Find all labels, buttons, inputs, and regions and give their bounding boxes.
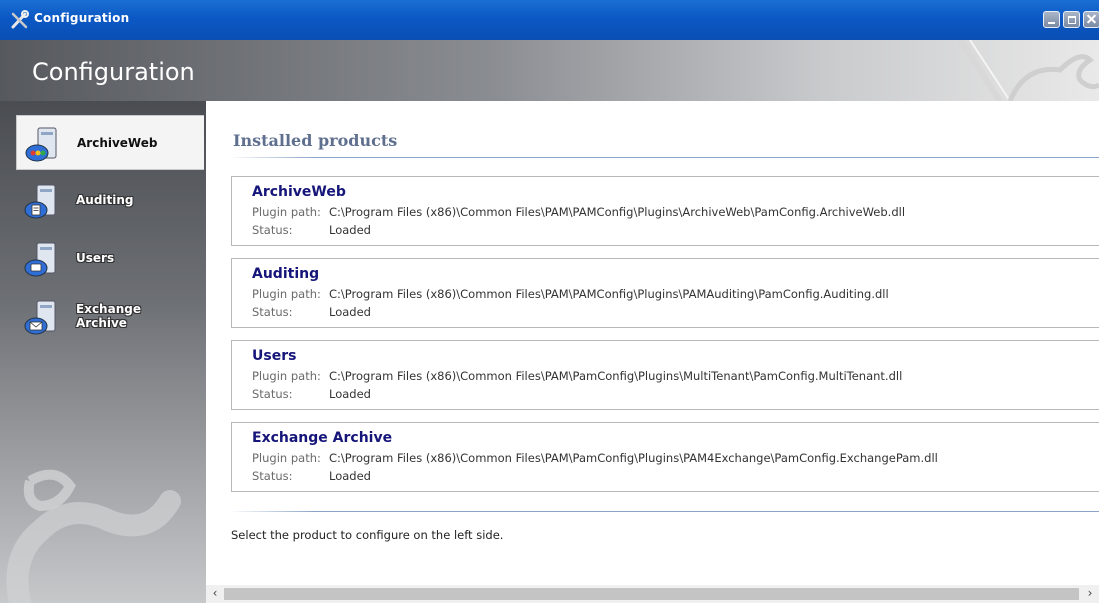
status-value: Loaded (329, 469, 371, 483)
wrench-watermark-icon (6, 469, 181, 603)
product-name: Exchange Archive (252, 430, 393, 446)
product-card-auditing[interactable]: Auditing Plugin path: C:\Program Files (x… (231, 258, 1099, 328)
plugin-path-label: Plugin path: (252, 451, 321, 465)
sidebar-item-exchange-archive[interactable]: Exchange Archive (16, 289, 204, 344)
plugin-path-value: C:\Program Files (x86)\Common Files\PAM\… (329, 369, 903, 383)
divider (228, 157, 1099, 158)
sidebar-item-label: Exchange Archive (76, 302, 196, 330)
plugin-path-value: C:\Program Files (x86)\Common Files\PAM\… (329, 451, 938, 465)
status-value: Loaded (329, 387, 371, 401)
plugin-path-row: Plugin path: C:\Program Files (x86)\Commo… (252, 205, 905, 219)
sidebar-item-label-line1: Exchange (76, 302, 141, 316)
section-title: Installed products (233, 131, 398, 150)
main-content: Installed products ArchiveWeb Plugin pat… (206, 101, 1099, 603)
plugin-path-label: Plugin path: (252, 205, 321, 219)
plugin-path-label: Plugin path: (252, 369, 321, 383)
status-label: Status: (252, 387, 293, 401)
server-mail-icon (24, 300, 56, 335)
status-row: Status: Loaded (252, 387, 371, 401)
status-value: Loaded (329, 223, 371, 237)
scroll-left-icon[interactable]: ‹ (206, 586, 224, 600)
wrench-watermark-icon (957, 40, 1099, 101)
status-row: Status: Loaded (252, 469, 371, 483)
sidebar-item-label: ArchiveWeb (77, 136, 158, 150)
divider (228, 511, 1099, 512)
tools-icon (11, 10, 29, 29)
horizontal-scrollbar[interactable]: ‹ › (206, 585, 1099, 603)
status-row: Status: Loaded (252, 223, 371, 237)
product-name: Auditing (252, 266, 320, 282)
close-button[interactable] (1083, 11, 1099, 28)
status-row: Status: Loaded (252, 305, 371, 319)
server-globe-icon (25, 127, 57, 162)
status-label: Status: (252, 305, 293, 319)
sidebar-item-auditing[interactable]: Auditing (16, 173, 204, 228)
header-band: Configuration (0, 40, 1099, 101)
product-name: ArchiveWeb (252, 184, 346, 200)
sidebar-item-users[interactable]: Users (16, 231, 204, 286)
sidebar-item-label-line2: Archive (76, 316, 127, 330)
product-card-archiveweb[interactable]: ArchiveWeb Plugin path: C:\Program Files … (231, 176, 1099, 246)
title-bar: Configuration (0, 0, 1099, 40)
status-label: Status: (252, 469, 293, 483)
sidebar-item-label: Users (76, 251, 115, 265)
product-name: Users (252, 348, 297, 364)
plugin-path-value: C:\Program Files (x86)\Common Files\PAM\… (329, 287, 889, 301)
product-card-users[interactable]: Users Plugin path: C:\Program Files (x86)… (231, 340, 1099, 410)
scroll-thumb[interactable] (224, 588, 1079, 600)
scroll-right-icon[interactable]: › (1081, 586, 1099, 600)
product-card-exchange-archive[interactable]: Exchange Archive Plugin path: C:\Program … (231, 422, 1099, 492)
plugin-path-row: Plugin path: C:\Program Files (x86)\Commo… (252, 451, 938, 465)
plugin-path-label: Plugin path: (252, 287, 321, 301)
window-title: Configuration (34, 11, 130, 25)
plugin-path-row: Plugin path: C:\Program Files (x86)\Commo… (252, 369, 902, 383)
minimize-button[interactable] (1043, 11, 1060, 28)
plugin-path-value: C:\Program Files (x86)\Common Files\PAM\… (329, 205, 906, 219)
sidebar: ArchiveWeb Auditing Users Exchange Archi… (0, 101, 206, 603)
hint-text: Select the product to configure on the l… (231, 528, 504, 542)
status-label: Status: (252, 223, 293, 237)
server-document-icon (24, 184, 56, 219)
maximize-button[interactable] (1063, 11, 1080, 28)
plugin-path-row: Plugin path: C:\Program Files (x86)\Commo… (252, 287, 889, 301)
status-value: Loaded (329, 305, 371, 319)
server-users-icon (24, 242, 56, 277)
sidebar-item-archiveweb[interactable]: ArchiveWeb (16, 115, 204, 170)
header-title: Configuration (32, 58, 195, 86)
sidebar-item-label: Auditing (76, 193, 134, 207)
